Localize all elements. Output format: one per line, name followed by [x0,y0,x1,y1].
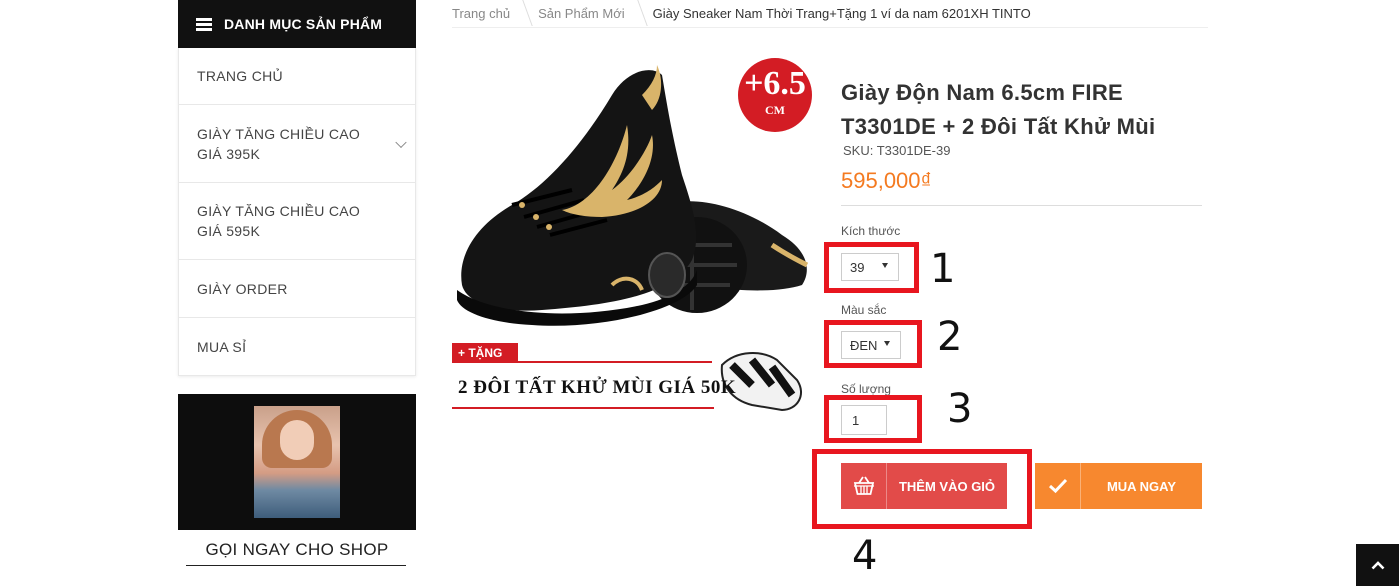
breadcrumb: Trang chủ Sản Phẩm Mới Giày Sneaker Nam … [452,0,1208,28]
gift-tag: + TẶNG [452,343,518,363]
page: DANH MỤC SẢN PHẨM TRANG CHỦ GIÀY TĂNG CH… [0,0,1400,587]
sidebar-item-595k[interactable]: GIÀY TĂNG CHIỀU CAO GIÁ 595K [179,183,415,260]
list-icon [196,18,212,31]
breadcrumb-current: Giày Sneaker Nam Thời Trang+Tặng 1 ví da… [652,6,1031,21]
product-image[interactable]: +6.5 CM + TẶNG 2 ĐÔI TẤT KHỬ MÙI GIÁ 50K [452,55,814,427]
category-header-label: DANH MỤC SẢN PHẨM [224,16,383,32]
annotation-3: 3 [947,386,973,432]
gift-underline [452,407,714,409]
promo-caption-text: GỌI NGAY CHO SHOP [205,540,389,559]
category-list: TRANG CHỦ GIÀY TĂNG CHIỀU CAO GIÁ 395K G… [178,48,416,376]
promo-photo [254,406,340,518]
highlight-box-4 [812,449,1032,529]
chevron-up-icon [1371,561,1384,570]
chevron-down-icon[interactable] [395,136,407,148]
color-label: Màu sắc [841,303,887,317]
promo-banner[interactable]: GỌI NGAY CHO SHOP [178,394,416,587]
size-label: Kích thước [841,224,901,238]
height-badge: +6.5 CM [738,58,812,132]
product-price: 595,000₫ [841,168,932,193]
badge-value: +6.5 [744,65,806,102]
category-header[interactable]: DANH MỤC SẢN PHẨM [178,0,416,48]
sidebar-item-395k[interactable]: GIÀY TĂNG CHIỀU CAO GIÁ 395K [179,105,415,183]
product-title: Giày Độn Nam 6.5cm FIRE T3301DE + 2 Đôi … [841,80,1156,139]
gift-divider [452,361,712,363]
back-to-top-button[interactable] [1356,544,1399,586]
annotation-4: 4 [852,533,878,579]
breadcrumb-new-products[interactable]: Sản Phẩm Mới [538,6,653,21]
annotation-2: 2 [937,314,963,360]
sidebar-item-wholesale[interactable]: MUA SỈ [179,318,415,375]
gift-text: 2 ĐÔI TẤT KHỬ MÙI GIÁ 50K [458,377,737,398]
sidebar-item-label: GIÀY TĂNG CHIỀU CAO GIÁ 595K [197,203,361,239]
breadcrumb-home[interactable]: Trang chủ [452,6,538,21]
highlight-box-2 [824,320,922,368]
sidebar-item-label: GIÀY ORDER [197,280,288,297]
badge-unit: CM [765,103,785,117]
quantity-label: Số lượng [841,382,891,396]
promo-caption[interactable]: GỌI NGAY CHO SHOP [178,530,416,587]
sidebar-item-label: TRANG CHỦ [197,68,283,84]
sidebar-item-label: MUA SỈ [197,338,247,355]
buy-now-label: MUA NGAY [1106,478,1177,494]
product-sku: SKU: T3301DE-39 [843,143,951,158]
check-icon [1035,463,1081,509]
divider [841,205,1202,206]
sidebar-item-label: GIÀY TĂNG CHIỀU CAO GIÁ 395K [197,125,361,162]
highlight-box-1 [824,242,919,293]
sidebar-item-order[interactable]: GIÀY ORDER [179,260,415,318]
buy-now-button[interactable]: MUA NGAY [1035,463,1202,509]
annotation-1: 1 [930,246,956,292]
sidebar: DANH MỤC SẢN PHẨM TRANG CHỦ GIÀY TĂNG CH… [178,0,416,587]
sidebar-item-home[interactable]: TRANG CHỦ [179,48,415,105]
highlight-box-3 [824,395,922,443]
